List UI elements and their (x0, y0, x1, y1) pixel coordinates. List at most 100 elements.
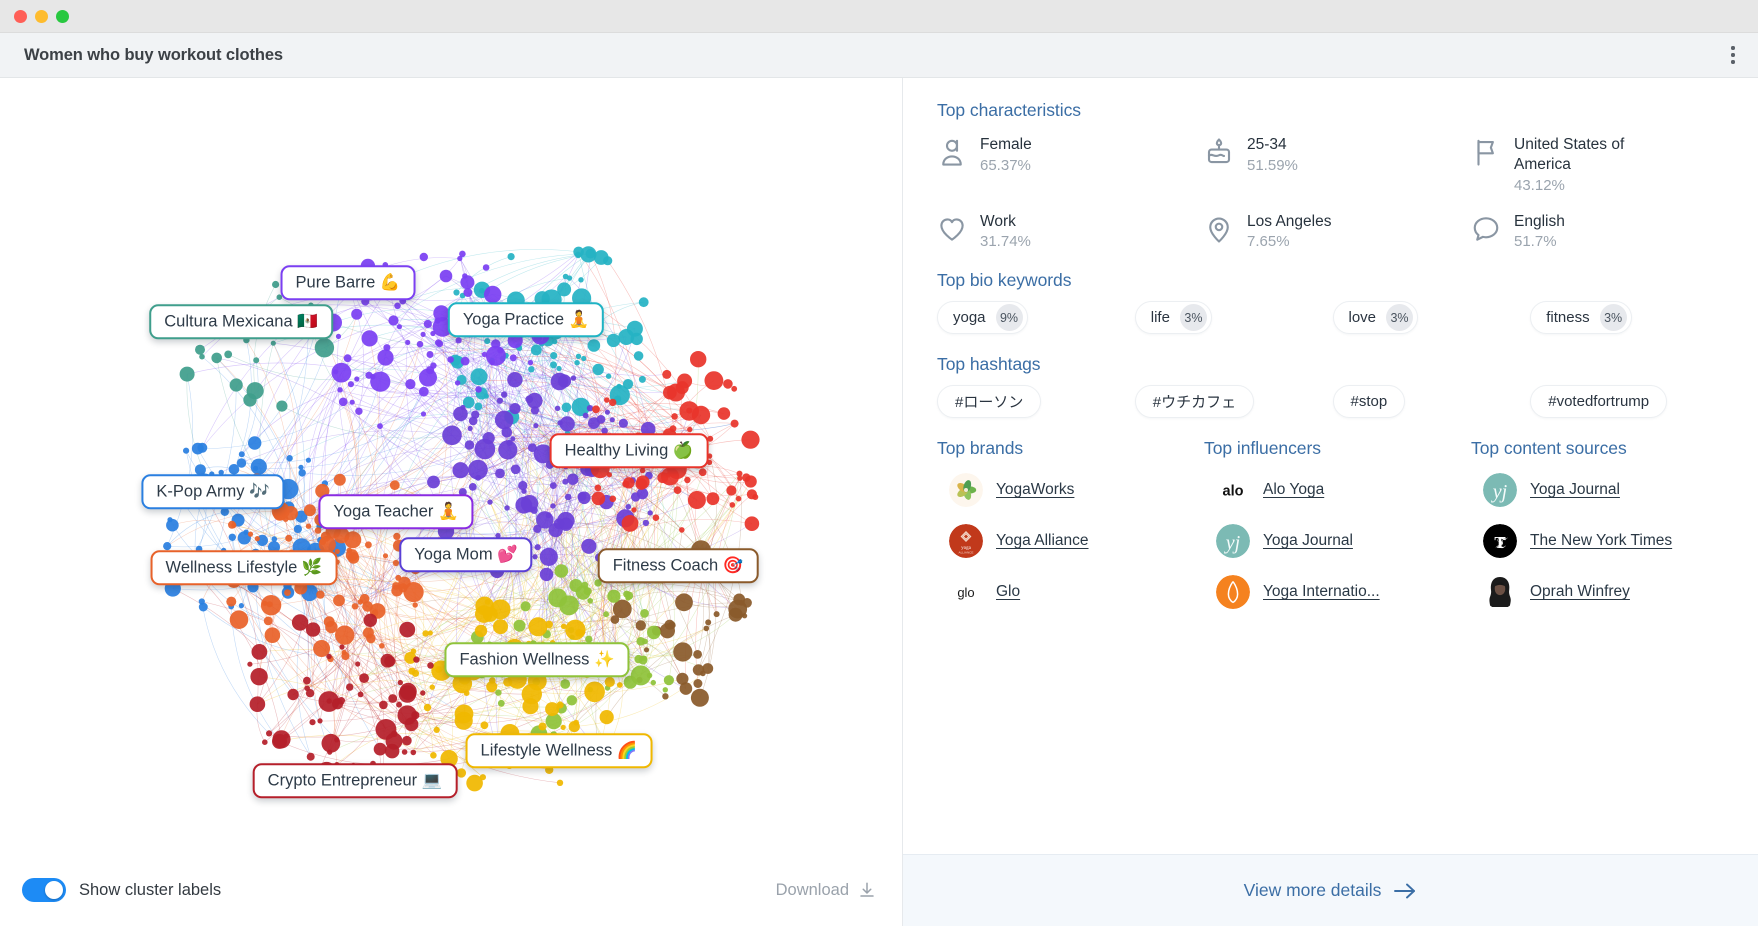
entity-name-link[interactable]: Oprah Winfrey (1530, 581, 1630, 602)
download-icon (858, 881, 876, 899)
entity-name-link[interactable]: Glo (996, 581, 1020, 602)
cluster-label-emoji: 🎶 (249, 481, 270, 500)
cluster-label-text: Yoga Mom (414, 545, 492, 563)
bio-chip-slot: yoga9% (937, 301, 1135, 334)
cluster-label[interactable]: Crypto Entrepreneur 💻 (253, 763, 458, 798)
minimize-window-button[interactable] (35, 10, 48, 23)
entity-row[interactable]: gloGlo (937, 575, 1194, 609)
characteristic-value: 51.59% (1247, 157, 1298, 174)
maximize-window-button[interactable] (56, 10, 69, 23)
hashtag-chip[interactable]: #votedfortrump (1530, 385, 1667, 418)
entity-name-link[interactable]: YogaWorks (996, 479, 1074, 500)
hashtag-chip-slot: #stop (1333, 385, 1531, 418)
bio-chip-slot: love3% (1333, 301, 1531, 334)
cluster-label-text: Lifestyle Wellness (481, 741, 613, 759)
cluster-label[interactable]: Wellness Lifestyle 🌿 (151, 550, 338, 585)
entity-row[interactable]: YogaWorks (937, 473, 1194, 507)
entity-row[interactable]: Oprah Winfrey (1471, 575, 1728, 609)
map-pin-icon (1204, 214, 1234, 244)
cluster-label[interactable]: Pure Barre 💪 (281, 265, 416, 300)
download-button[interactable]: Download (776, 881, 876, 900)
entities-columns: Top brands YogaWorks yogaALLIANCEYoga All… (937, 438, 1728, 609)
entity-name-link[interactable]: Yoga Alliance (996, 530, 1089, 551)
bio-keyword-chip[interactable]: love3% (1333, 301, 1419, 334)
characteristic-name: United States of America (1514, 135, 1674, 175)
brands-column: Top brands YogaWorks yogaALLIANCEYoga All… (937, 438, 1194, 609)
cluster-label-text: Healthy Living (565, 441, 669, 459)
cluster-label[interactable]: Yoga Teacher 🧘 (318, 494, 473, 529)
cluster-label-text: Yoga Practice (463, 310, 564, 328)
bio-keyword-chip[interactable]: fitness3% (1530, 301, 1631, 334)
cluster-label-text: Cultura Mexicana (164, 312, 292, 330)
characteristic-name: Los Angeles (1247, 212, 1331, 232)
cluster-label-emoji: 🧘 (569, 309, 590, 328)
oprah-winfrey-avatar (1483, 575, 1517, 609)
bio-chip-slot: fitness3% (1530, 301, 1728, 334)
entity-row[interactable]: alo Alo Yoga (1204, 473, 1461, 507)
cake-icon (1204, 137, 1234, 167)
bio-keyword-chips: yoga9% life3% love3% fitness3% (937, 301, 1728, 334)
bio-chip-slot: life3% (1135, 301, 1333, 334)
characteristic-name: 25-34 (1247, 135, 1298, 155)
entity-row[interactable]: Yoga Internatio... (1204, 575, 1461, 609)
bio-keyword-percent: 9% (996, 304, 1023, 331)
entity-row[interactable]: yjYoga Journal (1204, 524, 1461, 558)
main-content: Pure Barre 💪 Cultura Mexicana 🇲🇽 Yoga Prac… (0, 78, 1758, 926)
characteristic-item: 25-34 51.59% (1204, 135, 1461, 194)
entity-name-link[interactable]: The New York Times (1530, 530, 1672, 551)
kebab-dot (1731, 53, 1734, 56)
view-more-details-button[interactable]: View more details (903, 854, 1758, 926)
entity-name-link[interactable]: Alo Yoga (1263, 479, 1324, 500)
kebab-menu-icon[interactable] (1722, 42, 1744, 68)
cluster-label[interactable]: Fashion Wellness ✨ (444, 642, 629, 677)
characteristic-item: Work31.74% (937, 212, 1194, 251)
entity-name-link[interactable]: Yoga Internatio... (1263, 581, 1380, 602)
kebab-dot (1731, 46, 1734, 49)
entity-name-link[interactable]: Yoga Journal (1263, 530, 1353, 551)
cluster-label[interactable]: K-Pop Army 🎶 (141, 474, 284, 509)
characteristic-item: Los Angeles7.65% (1204, 212, 1461, 251)
entity-row[interactable]: yogaALLIANCEYoga Alliance (937, 524, 1194, 558)
toggle-switch[interactable] (22, 878, 66, 902)
characteristic-value: 31.74% (980, 233, 1031, 250)
show-cluster-labels-toggle[interactable]: Show cluster labels (22, 878, 221, 902)
cluster-label[interactable]: Yoga Mom 💕 (399, 537, 532, 572)
kebab-dot (1731, 60, 1734, 63)
influencers-column: Top influencers aloAlo YogayjYoga Journa… (1204, 438, 1461, 609)
entity-name-link[interactable]: Yoga Journal (1530, 479, 1620, 500)
top-content-sources-title: Top content sources (1471, 438, 1728, 459)
bio-keyword-percent: 3% (1386, 304, 1413, 331)
graph-panel: Pure Barre 💪 Cultura Mexicana 🇲🇽 Yoga Prac… (0, 78, 903, 926)
entity-row[interactable]: yjYoga Journal (1471, 473, 1728, 507)
cluster-label-emoji: 🧘 (438, 501, 459, 520)
cluster-label-text: Fitness Coach (613, 556, 718, 574)
characteristic-name: Female (980, 135, 1032, 155)
alo-yoga-logo: alo (1216, 473, 1250, 507)
network-graph[interactable]: Pure Barre 💪 Cultura Mexicana 🇲🇽 Yoga Prac… (0, 78, 902, 854)
cluster-label-emoji: 🌿 (302, 557, 323, 576)
hashtag-chip[interactable]: #stop (1333, 385, 1406, 418)
cluster-label[interactable]: Yoga Practice 🧘 (448, 302, 604, 337)
cluster-label-emoji: 🌈 (617, 740, 638, 759)
bio-keyword-chip[interactable]: yoga9% (937, 301, 1028, 334)
cluster-label[interactable]: Fitness Coach 🎯 (598, 548, 759, 583)
characteristic-item: Female65.37% (937, 135, 1194, 194)
top-brands-title: Top brands (937, 438, 1194, 459)
cluster-label[interactable]: Lifestyle Wellness 🌈 (466, 733, 653, 768)
cluster-label-emoji: 💻 (422, 770, 443, 789)
nyt-logo: T𝔗 (1483, 524, 1517, 558)
top-characteristics-title: Top characteristics (937, 100, 1728, 121)
characteristics-grid: Female65.37% 25-34 51.59% United States of … (937, 135, 1728, 250)
cluster-label[interactable]: Healthy Living 🍏 (550, 433, 709, 468)
bio-keyword-chip[interactable]: life3% (1135, 301, 1212, 334)
characteristic-value: 7.65% (1247, 233, 1331, 250)
close-window-button[interactable] (14, 10, 27, 23)
characteristic-value: 43.12% (1514, 177, 1674, 194)
entity-row[interactable]: T𝔗 The New York Times (1471, 524, 1728, 558)
hashtag-chip[interactable]: #ウチカフェ (1135, 385, 1254, 418)
cluster-label-text: Pure Barre (296, 273, 376, 291)
cluster-label-text: Wellness Lifestyle (166, 558, 298, 576)
cluster-label[interactable]: Cultura Mexicana 🇲🇽 (149, 304, 333, 339)
influencers-list: alo Alo Yoga yjYoga Journal Yoga Internatio… (1204, 473, 1461, 609)
hashtag-chip[interactable]: #ローソン (937, 385, 1041, 418)
